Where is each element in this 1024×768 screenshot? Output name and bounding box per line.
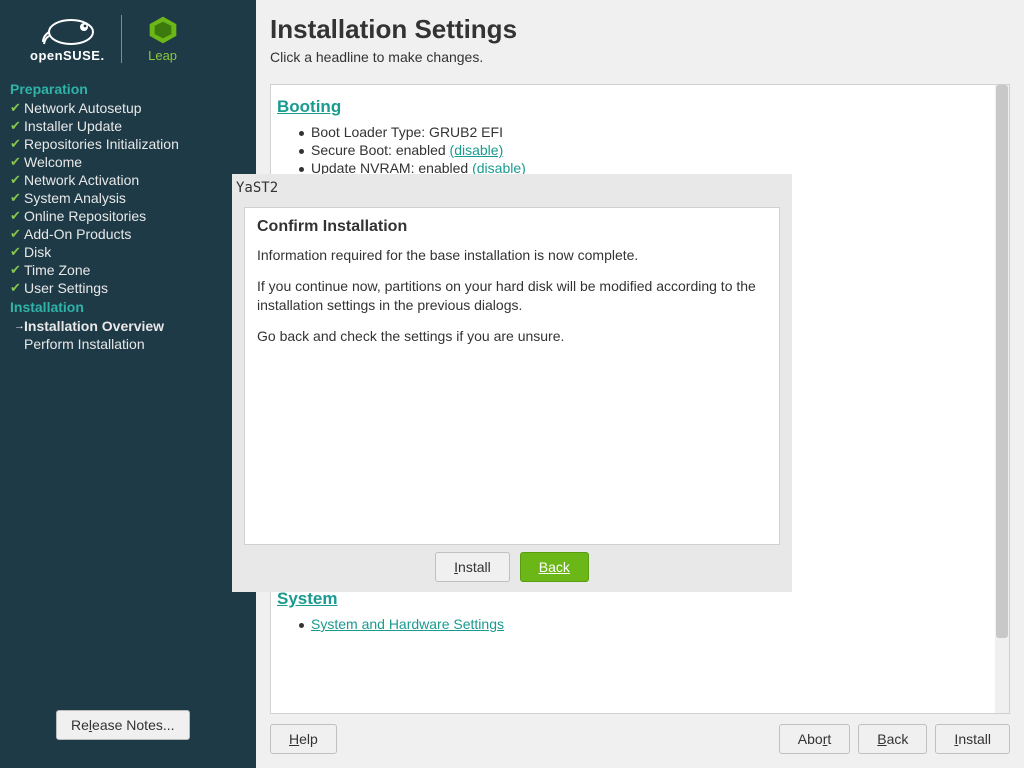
nav-item-disk: ✔Disk bbox=[10, 243, 246, 261]
nav-item-system-analysis: ✔System Analysis bbox=[10, 189, 246, 207]
nav-item-timezone: ✔Time Zone bbox=[10, 261, 246, 279]
scrollbar-thumb[interactable] bbox=[996, 85, 1008, 638]
page-subtitle: Click a headline to make changes. bbox=[256, 49, 1024, 75]
boot-loader-item: Boot Loader Type: GRUB2 EFI bbox=[311, 123, 985, 141]
arrow-icon: → bbox=[14, 320, 25, 332]
check-icon: ✔ bbox=[10, 118, 21, 134]
nav-item-addon-products: ✔Add-On Products bbox=[10, 225, 246, 243]
nav-item-welcome: ✔Welcome bbox=[10, 153, 246, 171]
system-hardware-item: System and Hardware Settings bbox=[311, 615, 985, 633]
dialog-window-title: YaST2 bbox=[232, 174, 792, 200]
nav-item-installation-overview: →Installation Overview bbox=[10, 317, 246, 335]
check-icon: ✔ bbox=[10, 262, 21, 278]
nav-item-network-activation: ✔Network Activation bbox=[10, 171, 246, 189]
sidebar-header: openSUSE. Leap bbox=[0, 0, 256, 77]
secure-boot-item: Secure Boot: enabled (disable) bbox=[311, 141, 985, 159]
system-hardware-link[interactable]: System and Hardware Settings bbox=[311, 616, 504, 632]
dialog-buttons: Install Back bbox=[232, 552, 792, 582]
back-button[interactable]: Back bbox=[858, 724, 927, 754]
dialog-content: Confirm Installation Information require… bbox=[244, 207, 780, 545]
help-button[interactable]: Help bbox=[270, 724, 337, 754]
dialog-text-1: Information required for the base instal… bbox=[257, 246, 767, 277]
nav-section-preparation: Preparation bbox=[10, 79, 246, 99]
dialog-text-2: If you continue now, partitions on your … bbox=[257, 277, 767, 327]
check-icon: ✔ bbox=[10, 136, 21, 152]
check-icon: ✔ bbox=[10, 208, 21, 224]
confirm-dialog: YaST2 Confirm Installation Information r… bbox=[232, 174, 792, 592]
leap-text: Leap bbox=[148, 48, 177, 63]
opensuse-logo: openSUSE. bbox=[30, 14, 105, 63]
nav-item-repositories-init: ✔Repositories Initialization bbox=[10, 135, 246, 153]
dialog-text-3: Go back and check the settings if you ar… bbox=[257, 327, 767, 358]
release-notes-button[interactable]: Release Notes... bbox=[56, 710, 190, 740]
leap-logo: Leap bbox=[146, 15, 180, 63]
check-icon: ✔ bbox=[10, 280, 21, 296]
check-icon: ✔ bbox=[10, 154, 21, 170]
check-icon: ✔ bbox=[10, 226, 21, 242]
check-icon: ✔ bbox=[10, 244, 21, 260]
dialog-back-button[interactable]: Back bbox=[520, 552, 589, 582]
dialog-heading: Confirm Installation bbox=[257, 218, 767, 246]
logo-divider bbox=[121, 15, 122, 63]
nav-item-online-repos: ✔Online Repositories bbox=[10, 207, 246, 225]
scrollbar[interactable] bbox=[995, 85, 1009, 713]
check-icon: ✔ bbox=[10, 100, 21, 116]
secure-boot-disable-link[interactable]: (disable) bbox=[450, 142, 504, 158]
check-icon: ✔ bbox=[10, 190, 21, 206]
footer-bar: Help Abort Back Install bbox=[270, 724, 1010, 754]
opensuse-text: openSUSE. bbox=[30, 48, 105, 63]
nav: Preparation ✔Network Autosetup ✔Installe… bbox=[0, 77, 256, 355]
abort-button[interactable]: Abort bbox=[779, 724, 850, 754]
system-list: System and Hardware Settings bbox=[277, 615, 985, 641]
booting-heading[interactable]: Booting bbox=[277, 91, 985, 123]
nav-item-perform-installation: Perform Installation bbox=[10, 335, 246, 353]
install-button[interactable]: Install bbox=[935, 724, 1010, 754]
page-title: Installation Settings bbox=[256, 0, 1024, 49]
nav-section-installation: Installation bbox=[10, 297, 246, 317]
nav-item-network-autosetup: ✔Network Autosetup bbox=[10, 99, 246, 117]
dialog-install-button[interactable]: Install bbox=[435, 552, 510, 582]
sidebar: openSUSE. Leap Preparation ✔Network Auto… bbox=[0, 0, 256, 768]
check-icon: ✔ bbox=[10, 172, 21, 188]
nav-item-user-settings: ✔User Settings bbox=[10, 279, 246, 297]
nav-item-installer-update: ✔Installer Update bbox=[10, 117, 246, 135]
